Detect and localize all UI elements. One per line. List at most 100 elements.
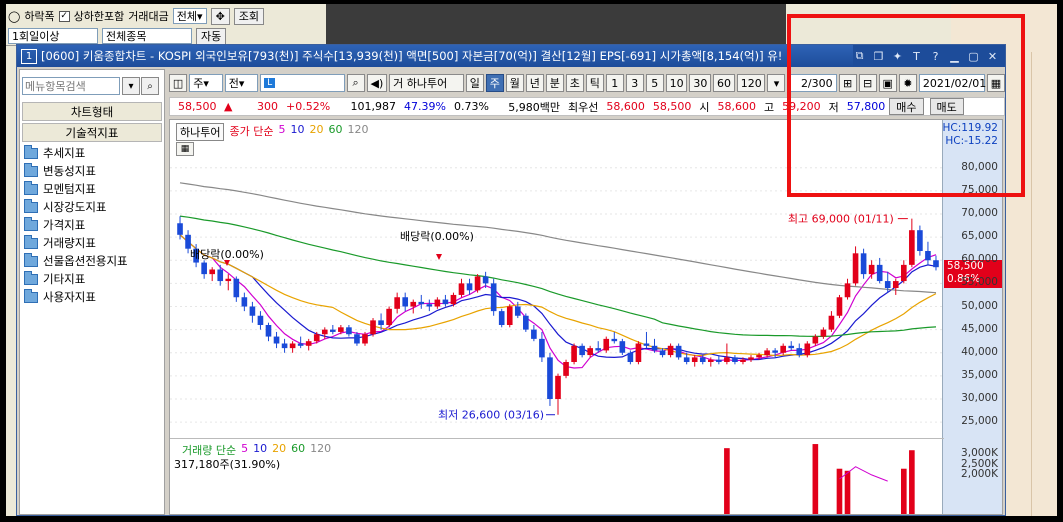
period-tick[interactable]: 틱 <box>585 74 604 92</box>
indicator-header[interactable]: 기술적지표 <box>22 123 162 142</box>
candle-body <box>273 336 280 344</box>
candle-body <box>595 348 602 351</box>
candle-body <box>748 357 754 360</box>
candle-body <box>707 359 714 362</box>
checkbox-icon[interactable]: ✓ <box>58 10 70 22</box>
bg-search-button[interactable]: 조회 <box>233 7 265 25</box>
candle-body <box>876 264 883 282</box>
tree-item[interactable]: 선물옵션전용지표 <box>24 252 128 270</box>
candle-body <box>836 297 843 316</box>
y-tick-label: 35,000 <box>961 368 998 381</box>
candle-body <box>354 334 360 344</box>
tree-item[interactable]: 거래량지표 <box>24 234 128 252</box>
y-tick-label: 55,000 <box>961 276 998 289</box>
bg-label-limit: 상하한포함 <box>73 10 125 23</box>
tree-item[interactable]: 가격지표 <box>24 216 128 234</box>
pane-divider <box>170 438 944 439</box>
speaker-icon[interactable]: ◀) <box>366 74 388 92</box>
chart-type-button[interactable]: 차트형태 <box>22 102 162 121</box>
search-icon[interactable]: ⌕ <box>346 74 365 92</box>
tree-item[interactable]: 변동성지표 <box>24 162 128 180</box>
price-type-select[interactable]: 전 ▾ <box>224 74 259 92</box>
interval-120[interactable]: 120 <box>736 74 766 92</box>
period-week[interactable]: 주 <box>485 74 504 92</box>
unit-select[interactable]: 주 ▾ <box>189 74 223 92</box>
tree-item[interactable]: 사용자지표 <box>24 288 128 306</box>
grid-col <box>1031 52 1032 516</box>
dividend-arrow-2 <box>436 254 442 260</box>
candle-body <box>394 297 400 309</box>
interval-3[interactable]: 3 <box>625 74 644 92</box>
layout-icon[interactable]: ◫ <box>169 74 188 92</box>
bg-select-1[interactable]: 1회일이상 <box>8 28 98 44</box>
candle-body <box>289 343 296 349</box>
candle-body <box>804 343 811 356</box>
candle-body <box>675 345 682 358</box>
bg-auto-button[interactable]: 자동 <box>196 27 227 45</box>
high-label: 고 <box>764 100 775 114</box>
interval-30[interactable]: 30 <box>689 74 712 92</box>
candle-body <box>909 230 915 265</box>
candle-body <box>716 359 722 362</box>
candle-body <box>683 357 690 362</box>
interval-5[interactable]: 5 <box>645 74 664 92</box>
candle-body <box>724 357 730 362</box>
period-year[interactable]: 년 <box>525 74 544 92</box>
candle-body <box>892 281 899 288</box>
y-tick-label: 60,000 <box>961 253 998 266</box>
tree-item[interactable]: 추세지표 <box>24 144 128 162</box>
menu-search-input[interactable]: 메뉴항목검색 <box>22 77 120 95</box>
candle-body <box>764 350 770 356</box>
candle-body <box>434 299 441 307</box>
candle-body <box>209 269 216 275</box>
dropdown-icon[interactable]: ▾ <box>122 77 140 95</box>
period-day[interactable]: 일 <box>465 74 484 92</box>
candle-body <box>523 315 529 330</box>
candle-body <box>321 329 328 335</box>
change-value: 300 <box>257 100 278 113</box>
tree-item[interactable]: 시장강도지표 <box>24 198 128 216</box>
candle-body <box>490 283 497 312</box>
bg-settings-icon[interactable]: ✥ <box>210 7 230 25</box>
candle-body <box>788 345 795 349</box>
interval-1[interactable]: 1 <box>605 74 624 92</box>
candle-body <box>563 362 569 376</box>
candle-body <box>201 262 207 275</box>
period-minute[interactable]: 분 <box>545 74 564 92</box>
candle-body <box>917 230 923 251</box>
candle-body <box>772 350 778 353</box>
candle-body <box>233 278 240 298</box>
interval-dropdown-icon[interactable]: ▾ <box>767 74 786 92</box>
candle-body <box>619 341 626 353</box>
vol-period-60: 60 <box>291 442 306 455</box>
candle-body <box>450 294 457 305</box>
candle-body <box>732 357 738 362</box>
period-month[interactable]: 월 <box>505 74 524 92</box>
candle-body <box>426 304 433 307</box>
open-price: 58,600 <box>717 100 757 113</box>
bg-select-all[interactable]: 전체 ▾ <box>172 8 207 24</box>
search-icon[interactable]: ⌕ <box>141 77 159 95</box>
candle-body <box>844 283 851 298</box>
candle-body <box>611 338 618 342</box>
radio-icon[interactable]: ◯ <box>8 10 20 23</box>
candle-body <box>539 338 545 358</box>
screen-frame: ◯ 하락폭 ✓ 상하한포함 거래대금 전체 ▾ ✥ 조회 1회일이상 전체종목 자… <box>0 0 1063 522</box>
candle-body <box>933 260 939 268</box>
folder-icon <box>24 162 38 177</box>
broker-select[interactable]: 거 하나투어 <box>389 74 464 92</box>
ma-line-20 <box>179 234 937 357</box>
tree-item[interactable]: 기타지표 <box>24 270 128 288</box>
tree-item[interactable]: 모멘텀지표 <box>24 180 128 198</box>
interval-10[interactable]: 10 <box>665 74 688 92</box>
candle-body <box>177 223 183 235</box>
interval-60[interactable]: 60 <box>713 74 735 92</box>
candle-body <box>265 325 272 337</box>
period-second[interactable]: 초 <box>565 74 584 92</box>
candle-body <box>820 329 827 337</box>
code-input[interactable]: L <box>260 74 345 92</box>
candle-body <box>185 234 191 249</box>
candle-body <box>330 329 336 332</box>
bg-select-2[interactable]: 전체종목 <box>102 28 192 44</box>
candle-body <box>346 327 352 335</box>
